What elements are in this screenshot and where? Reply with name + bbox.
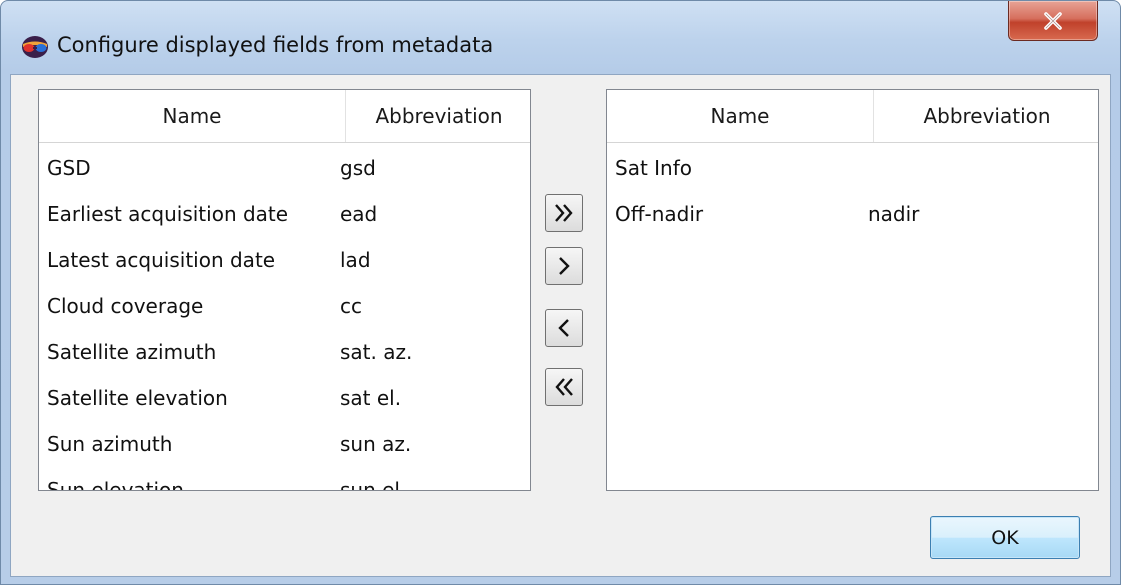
field-abbreviation: sun el. (340, 478, 407, 491)
available-list-header: Name Abbreviation (39, 90, 530, 143)
dialog-window: Configure displayed fields from metadata… (0, 0, 1121, 585)
selected-fields-list[interactable]: Name Abbreviation Sat Info Off-nadir nadir (606, 89, 1099, 491)
field-abbreviation: sun az. (340, 432, 412, 456)
field-name: Sun azimuth (47, 432, 173, 456)
column-header-abbreviation[interactable]: Abbreviation (874, 90, 1098, 142)
field-name: Satellite elevation (47, 386, 228, 410)
field-abbreviation: cc (340, 294, 362, 318)
field-name: Earliest acquisition date (47, 202, 289, 226)
double-chevron-right-icon (555, 204, 573, 222)
chevron-left-icon (558, 319, 569, 337)
column-header-abbreviation[interactable]: Abbreviation (346, 90, 530, 142)
window-title: Configure displayed fields from metadata (57, 33, 494, 57)
field-name: GSD (47, 156, 91, 180)
list-item[interactable]: Sun elevation sun el. (39, 467, 530, 491)
field-abbreviation: lad (340, 248, 371, 272)
field-name: Sat Info (615, 156, 693, 180)
list-item[interactable]: Off-nadir nadir (607, 191, 1098, 237)
add-all-button[interactable] (545, 194, 583, 232)
close-x-icon (1044, 11, 1062, 30)
3d-glasses-icon (22, 36, 48, 58)
ok-button[interactable]: OK (930, 516, 1080, 559)
list-item[interactable]: Sun azimuth sun az. (39, 421, 530, 467)
list-item[interactable]: Cloud coverage cc (39, 283, 530, 329)
column-header-name[interactable]: Name (607, 90, 873, 142)
selected-list-header: Name Abbreviation (607, 90, 1098, 143)
list-item[interactable]: Satellite azimuth sat. az. (39, 329, 530, 375)
remove-one-button[interactable] (545, 309, 583, 347)
add-one-button[interactable] (545, 247, 583, 285)
chevron-right-icon (559, 257, 570, 275)
field-name: Latest acquisition date (47, 248, 276, 272)
column-header-name[interactable]: Name (39, 90, 345, 142)
available-fields-list[interactable]: Name Abbreviation GSD gsd Earliest acquisi… (38, 89, 531, 491)
list-item[interactable]: Satellite elevation sat el. (39, 375, 530, 421)
field-name: Cloud coverage (47, 294, 204, 318)
close-button[interactable] (1008, 1, 1098, 41)
double-chevron-left-icon (555, 378, 573, 396)
list-item[interactable]: Sat Info (607, 145, 1098, 191)
dialog-content: Name Abbreviation GSD gsd Earliest acquisi… (10, 74, 1111, 577)
field-abbreviation: gsd (340, 156, 376, 180)
field-abbreviation: sat el. (340, 386, 402, 410)
field-abbreviation: sat. az. (340, 340, 413, 364)
list-item[interactable]: Latest acquisition date lad (39, 237, 530, 283)
remove-all-button[interactable] (545, 368, 583, 406)
field-name: Off-nadir (615, 202, 704, 226)
field-name: Sun elevation (47, 478, 184, 491)
field-abbreviation: nadir (868, 202, 920, 226)
list-item[interactable]: Earliest acquisition date ead (39, 191, 530, 237)
field-abbreviation: ead (340, 202, 378, 226)
field-name: Satellite azimuth (47, 340, 217, 364)
list-item[interactable]: GSD gsd (39, 145, 530, 191)
